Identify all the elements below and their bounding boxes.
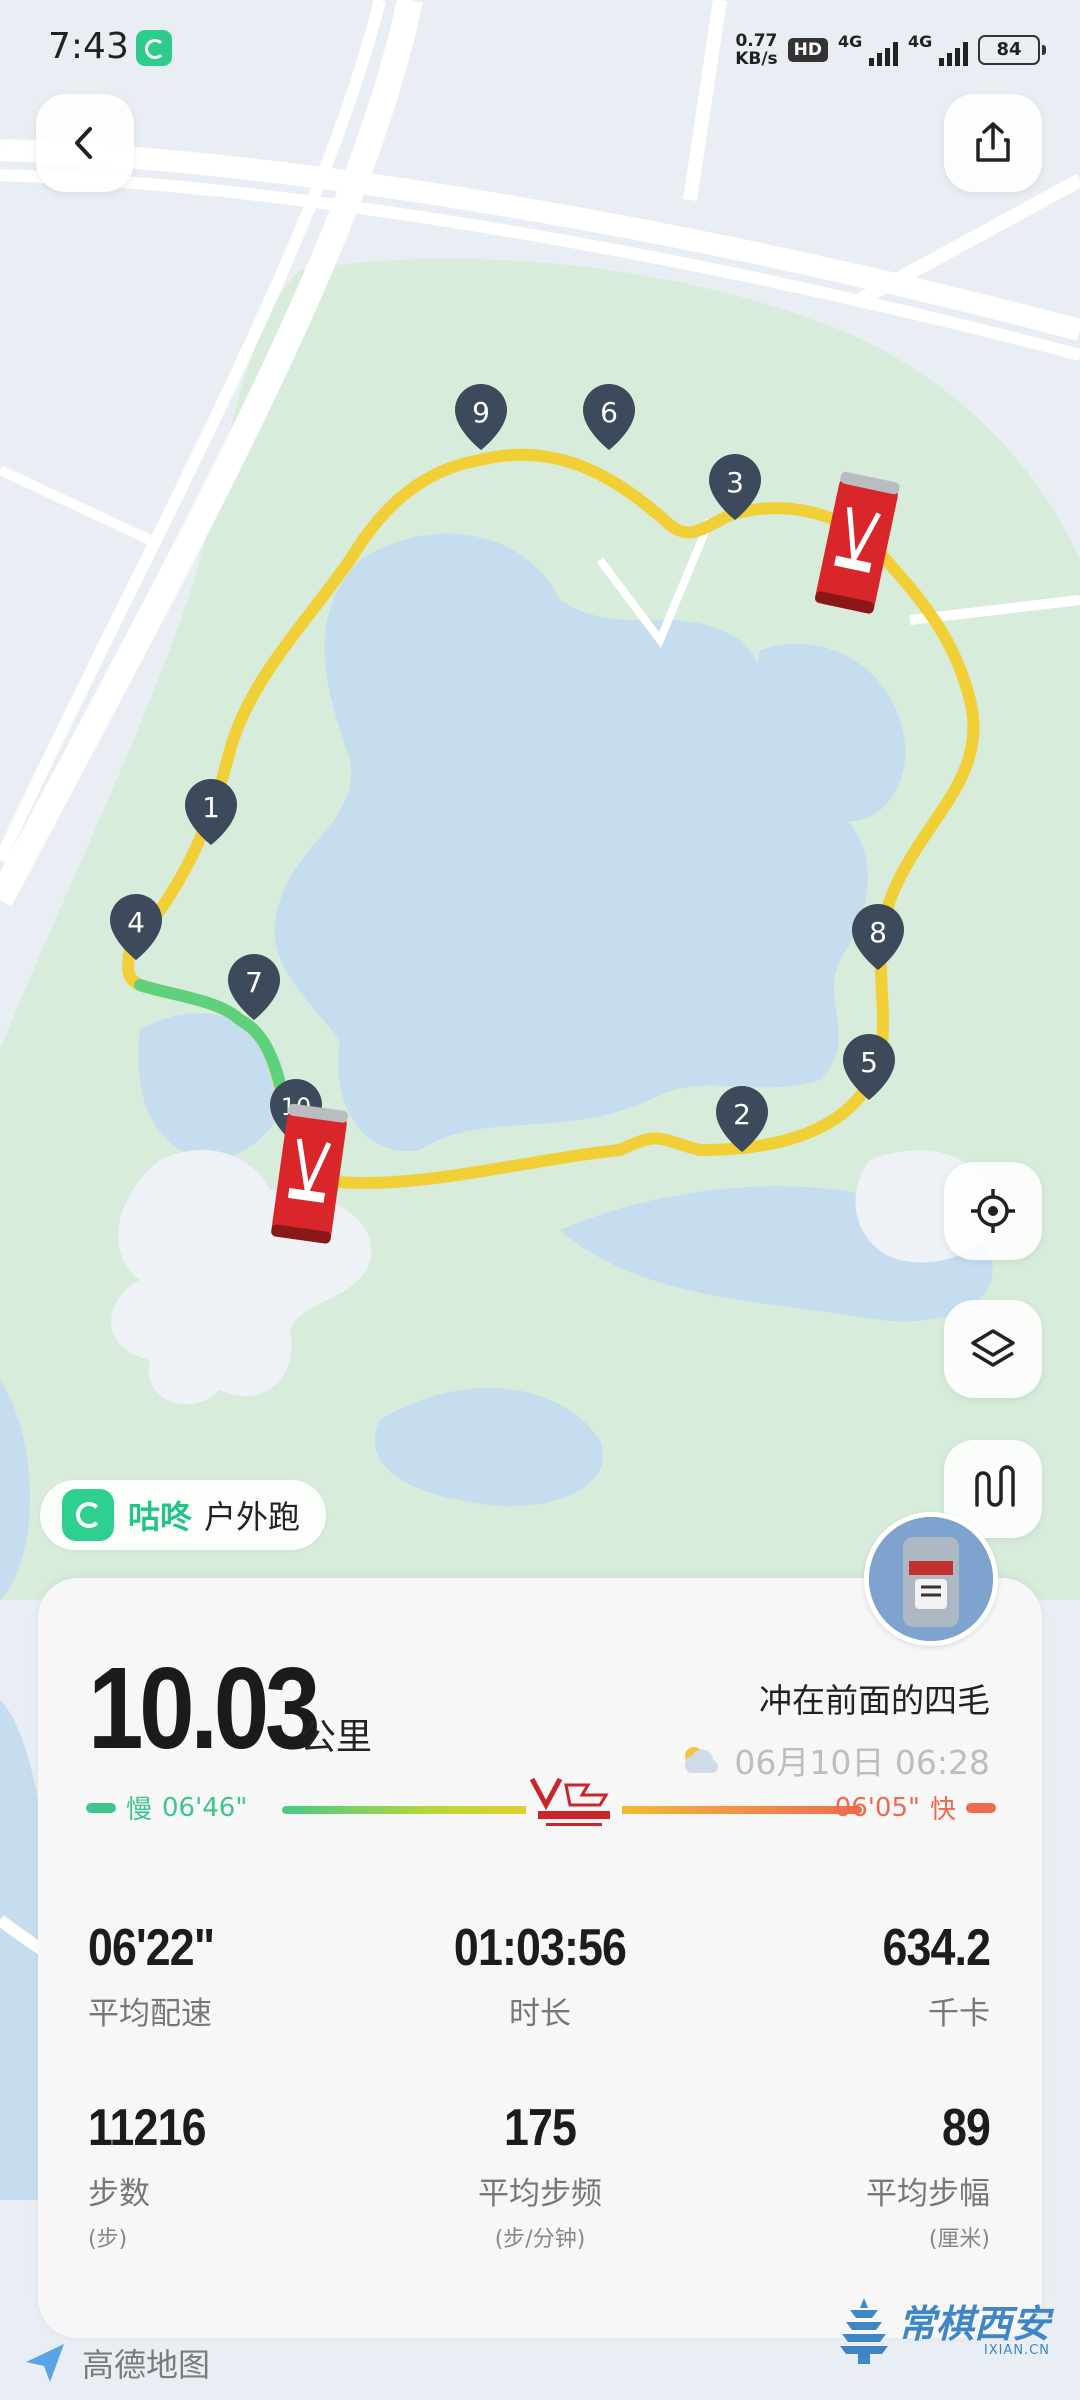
svg-text:3: 3 [726,466,744,499]
brand-name: 咕咚 [128,1498,193,1536]
activity-datetime: 06月10日 06:28 [734,1743,990,1782]
signal-icon: 4G [838,32,898,68]
share-icon [976,122,1010,162]
pace-fast-label: 快 [929,1795,956,1825]
chevron-left-icon [75,127,92,159]
pace-slow-label: 慢 [126,1795,153,1825]
locate-icon [971,1189,1015,1233]
summary-card: 10.03 公里 冲在前面的四毛 06月10日 06:28 慢 06'46" 0… [38,1578,1042,2338]
stat-steps: 11216 步数 (步) [88,2099,206,2252]
svg-text:5: 5 [860,1046,878,1079]
amap-logo-icon [26,2344,64,2382]
distance-unit: 公里 [300,1717,373,1758]
stat-calories: 634.2 千卡 [882,1919,990,2032]
route-wave-icon [975,1465,1015,1507]
svg-text:1: 1 [202,791,220,824]
pace-legend: 慢 06'46" 06'05" 快 [86,1775,996,1831]
svg-text:4: 4 [127,906,145,939]
pace-slow-value: 06'46" [162,1792,248,1823]
pace-slow: 慢 06'46" [86,1789,247,1826]
battery-icon: 84 [978,35,1046,65]
stat-stride: 89 平均步幅 (厘米) [866,2099,991,2252]
hd-badge: HD [787,38,828,62]
svg-text:6: 6 [600,396,618,429]
pagoda-logo-icon [839,2298,888,2364]
warhorse-logo-icon [526,1775,622,1831]
svg-text:8: 8 [869,916,887,949]
activity-type: 户外跑 [204,1498,301,1536]
codoon-logo-icon [62,1489,114,1541]
datetime-row: 06月10日 06:28 [676,1736,990,1784]
stat-cadence: 175 平均步频 (步/分钟) [478,2099,602,2252]
status-bar: 7:43 0.77 KB/s HD 4G 4G 84 [0,0,1080,100]
app-notification-icon [136,30,172,66]
stat-duration: 01:03:56 时长 [453,1919,627,2032]
watermark: 常棋西安 IXIAN.CN [838,2296,1050,2366]
pace-fast-value: 06'05" [834,1792,920,1823]
status-time: 7:43 [48,26,129,67]
partly-cloudy-icon [685,1747,719,1773]
share-button[interactable] [944,94,1042,192]
pace-fast: 06'05" 快 [835,1789,996,1826]
svg-text:7: 7 [245,966,263,999]
map-provider: 高德地图 [22,2340,210,2386]
distance-value: 10.03 [88,1643,320,1773]
signal-icon-2: 4G [908,32,968,68]
layers-button[interactable] [944,1300,1042,1398]
stat-avg-pace: 06'22" 平均配速 [88,1919,215,2032]
svg-text:9: 9 [472,396,490,429]
avatar[interactable] [864,1512,998,1646]
user-name: 冲在前面的四毛 [759,1681,990,1720]
layers-icon [971,1329,1015,1367]
net-speed: 0.77 KB/s [735,31,778,69]
svg-text:2: 2 [733,1098,751,1131]
back-button[interactable] [36,94,134,192]
app-brand-pill: 咕咚 户外跑 [40,1480,326,1550]
locate-button[interactable] [944,1162,1042,1260]
